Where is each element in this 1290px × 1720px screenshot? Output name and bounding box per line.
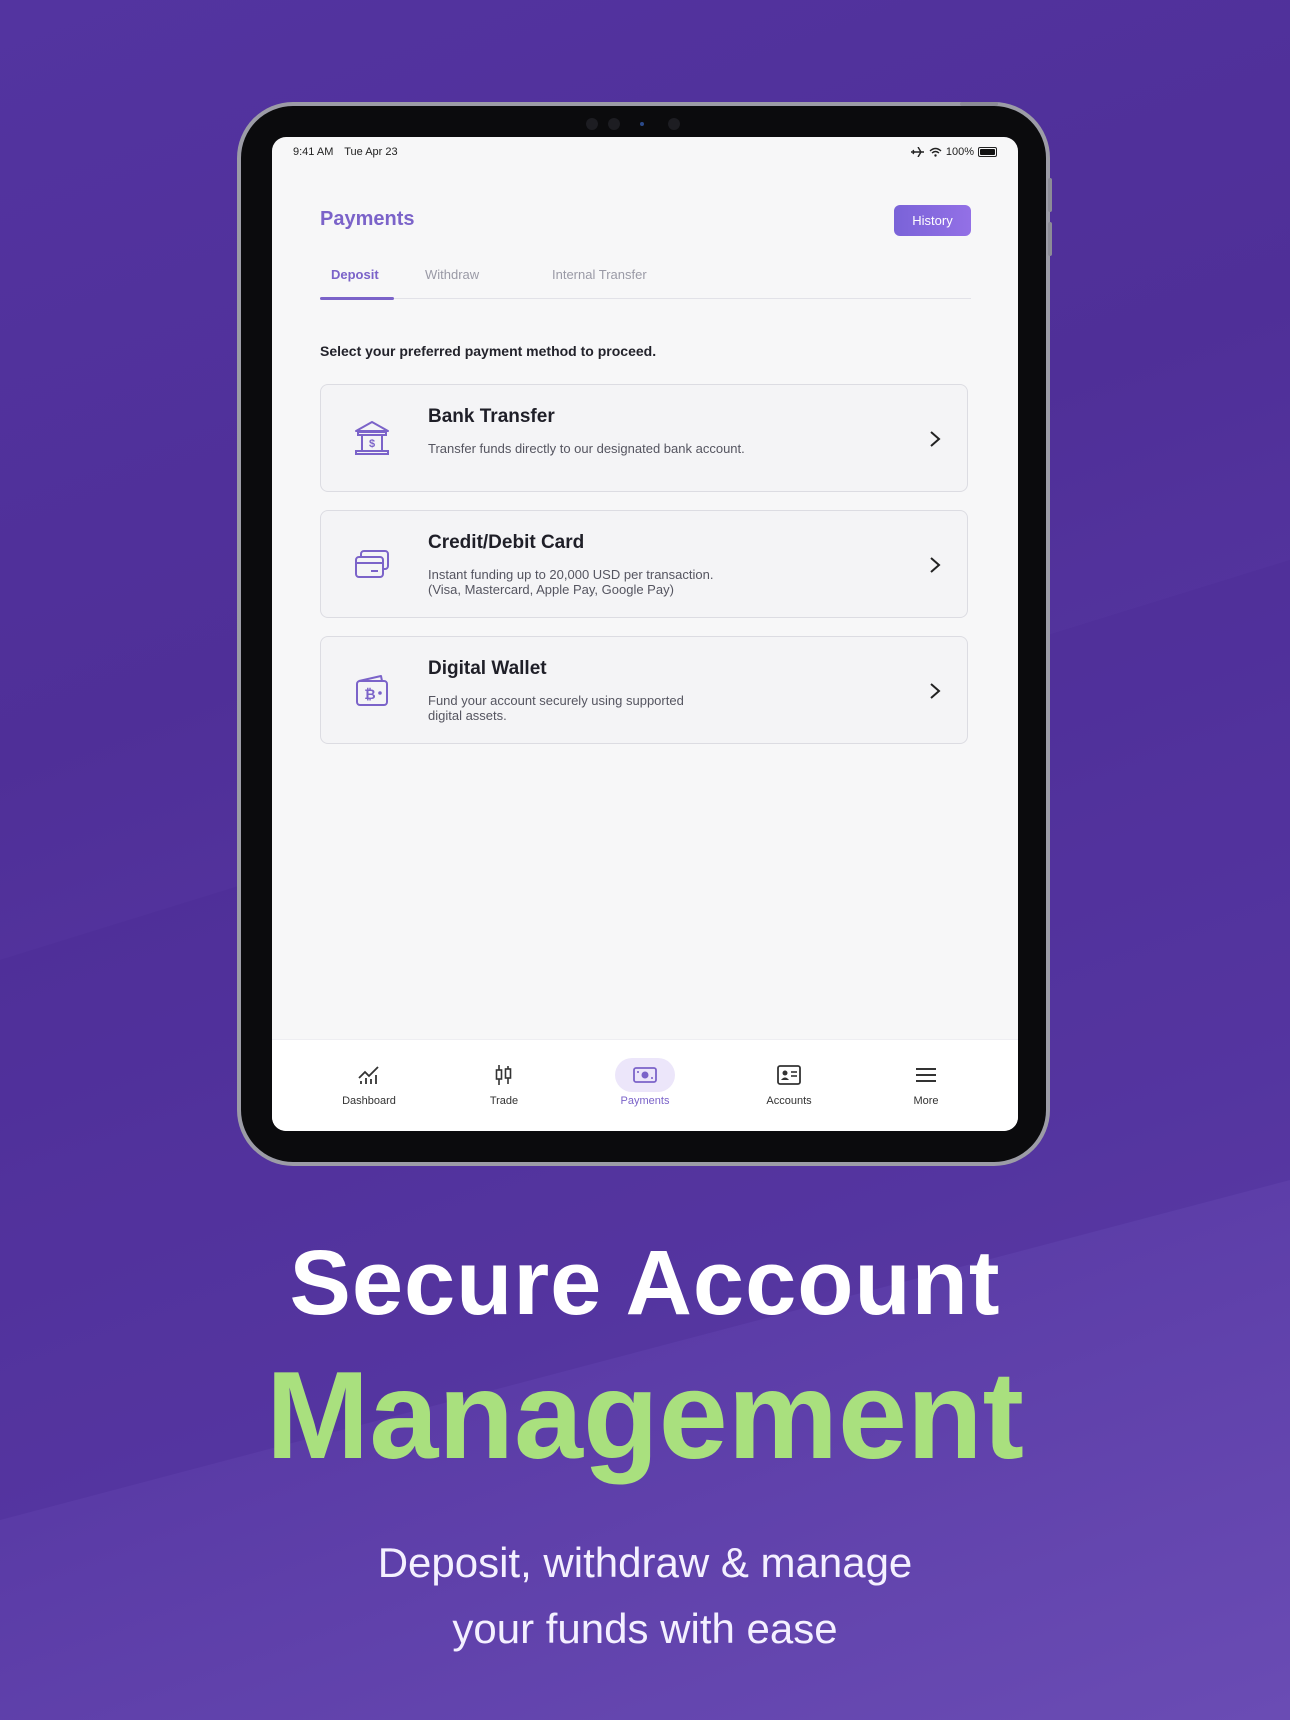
battery-icon <box>978 147 997 157</box>
chevron-right-icon <box>930 683 941 699</box>
method-description: Transfer funds directly to our designate… <box>428 441 745 456</box>
wifi-icon <box>929 147 942 157</box>
history-button[interactable]: History <box>894 205 971 236</box>
hero-subtitle-line1: Deposit, withdraw & manage <box>377 1539 913 1586</box>
hero-heading-line1: Secure Account <box>289 1232 1001 1334</box>
bank-icon: $ <box>355 421 389 455</box>
nav-label: Accounts <box>766 1095 812 1107</box>
nav-label: Dashboard <box>342 1095 396 1107</box>
method-description: Fund your account securely using support… <box>428 693 684 723</box>
method-title: Digital Wallet <box>428 658 547 679</box>
method-credit-debit-card[interactable]: Credit/Debit Card Instant funding up to … <box>320 510 968 618</box>
chevron-right-icon <box>930 557 941 573</box>
svg-text:$: $ <box>369 438 375 450</box>
battery-percent: 100% <box>945 146 974 158</box>
nav-more[interactable]: More <box>871 1058 981 1107</box>
method-bank-transfer[interactable]: $ Bank Transfer Transfer funds directly … <box>320 384 968 492</box>
tab-internal-transfer[interactable]: Internal Transfer <box>552 267 647 282</box>
hero-subtitle-line2: your funds with ease <box>452 1605 838 1652</box>
power-button <box>960 102 998 106</box>
method-digital-wallet[interactable]: ₿ Digital Wallet Fund your account secur… <box>320 636 968 744</box>
airplane-icon <box>910 147 924 157</box>
cash-icon <box>633 1067 657 1083</box>
volume-down-button <box>1048 222 1052 256</box>
status-bar: 9:41 AM Tue Apr 23 100% <box>293 146 997 164</box>
nav-dashboard[interactable]: Dashboard <box>314 1058 424 1107</box>
svg-text:₿: ₿ <box>364 687 375 703</box>
bottom-nav: Dashboard Trade Payments Accounts More <box>272 1039 1018 1131</box>
hero-subtitle: Deposit, withdraw & manage your funds wi… <box>0 1530 1290 1662</box>
status-date: Tue Apr 23 <box>344 146 398 158</box>
tab-withdraw[interactable]: Withdraw <box>425 267 479 282</box>
nav-accounts[interactable]: Accounts <box>734 1058 844 1107</box>
id-card-icon <box>777 1065 801 1085</box>
active-tab-indicator <box>320 297 394 300</box>
page-title: Payments <box>320 208 415 230</box>
tab-deposit[interactable]: Deposit <box>331 267 379 282</box>
instruction-text: Select your preferred payment method to … <box>320 343 657 359</box>
chart-icon <box>358 1066 379 1084</box>
nav-label: More <box>913 1095 939 1107</box>
nav-label: Trade <box>489 1095 519 1107</box>
volume-up-button <box>1048 178 1052 212</box>
nav-payments[interactable]: Payments <box>590 1058 700 1107</box>
camera-bar <box>576 116 716 132</box>
method-title: Bank Transfer <box>428 406 555 427</box>
method-description: Instant funding up to 20,000 USD per tra… <box>428 567 714 597</box>
menu-icon <box>916 1068 936 1082</box>
candlestick-icon <box>495 1065 512 1085</box>
hero-heading-line2: Management <box>266 1347 1024 1485</box>
bitcoin-wallet-icon: ₿ <box>356 675 388 706</box>
status-time: 9:41 AM <box>293 146 334 158</box>
nav-label: Payments <box>620 1095 670 1107</box>
card-icon <box>355 550 389 578</box>
chevron-right-icon <box>930 431 941 447</box>
method-title: Credit/Debit Card <box>428 532 585 553</box>
nav-trade[interactable]: Trade <box>449 1058 559 1107</box>
tab-bar: Deposit Withdraw Internal Transfer <box>320 261 971 300</box>
app-screen: 9:41 AM Tue Apr 23 100% Payments History… <box>272 137 1018 1131</box>
